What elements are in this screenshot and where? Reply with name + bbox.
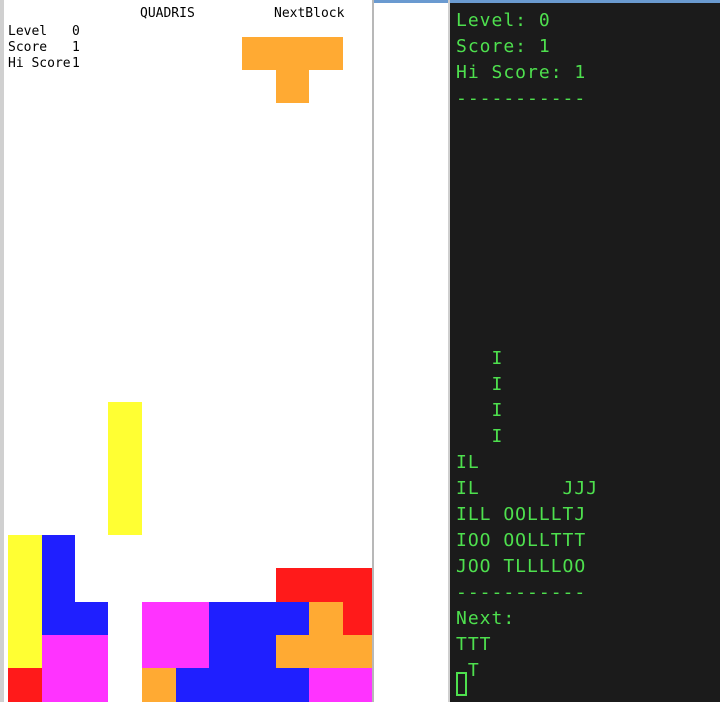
terminal-line: Hi Score: 1 bbox=[456, 62, 587, 83]
terminal-line: IL JJJ bbox=[456, 478, 599, 499]
next-block-label: NextBlock bbox=[274, 6, 345, 21]
terminal-line: Score: 1 bbox=[456, 36, 551, 57]
board-cell bbox=[42, 535, 75, 602]
game-board bbox=[8, 37, 372, 702]
falling-block-cell bbox=[108, 402, 142, 535]
terminal-line: TTT bbox=[456, 634, 492, 655]
board-cell bbox=[309, 602, 343, 635]
terminal-line: ----------- bbox=[456, 582, 587, 603]
window-border bbox=[374, 0, 448, 3]
board-cell bbox=[276, 635, 372, 668]
level-value: 0 bbox=[72, 24, 80, 39]
terminal-line: ILL OOLLLTJ bbox=[456, 504, 587, 525]
terminal-window: Level: 0 Score: 1 Hi Score: 1 ----------- I… bbox=[448, 0, 720, 702]
board-cell bbox=[8, 668, 42, 702]
hiscore-label: Hi Score bbox=[8, 56, 71, 71]
hiscore-value: 1 bbox=[72, 56, 80, 71]
terminal-line: IOO OOLLTTT bbox=[456, 530, 587, 551]
terminal-line: I bbox=[456, 348, 504, 369]
terminal-line: JOO TLLLLOO bbox=[456, 556, 587, 577]
board-cell bbox=[276, 568, 372, 602]
terminal-line: I bbox=[456, 374, 504, 395]
graphics-window: QUADRIS NextBlock Level 0 Score 1 Hi Sco… bbox=[0, 0, 374, 702]
board-cell bbox=[142, 668, 176, 702]
desktop-gap bbox=[374, 0, 448, 702]
terminal-line: ----------- bbox=[456, 88, 587, 109]
board-cell bbox=[42, 635, 108, 702]
window-border bbox=[450, 0, 720, 3]
board-cell bbox=[343, 602, 372, 635]
next-block-cell bbox=[276, 70, 309, 103]
text-cursor[interactable] bbox=[456, 672, 467, 696]
score-label: Score bbox=[8, 40, 48, 55]
board-cell bbox=[142, 602, 209, 668]
terminal-line: Level: 0 bbox=[456, 10, 551, 31]
terminal-line: Next: bbox=[456, 608, 516, 629]
next-block-cell bbox=[242, 37, 343, 70]
level-label: Level bbox=[8, 24, 48, 39]
terminal-line: I bbox=[456, 426, 504, 447]
terminal-line: I bbox=[456, 400, 504, 421]
score-value: 1 bbox=[72, 40, 80, 55]
terminal-line: IL bbox=[456, 452, 480, 473]
board-cell bbox=[309, 668, 372, 702]
game-title: QUADRIS bbox=[140, 6, 195, 21]
board-cell bbox=[42, 602, 108, 635]
board-cell bbox=[8, 535, 42, 668]
board-cell bbox=[176, 668, 209, 702]
